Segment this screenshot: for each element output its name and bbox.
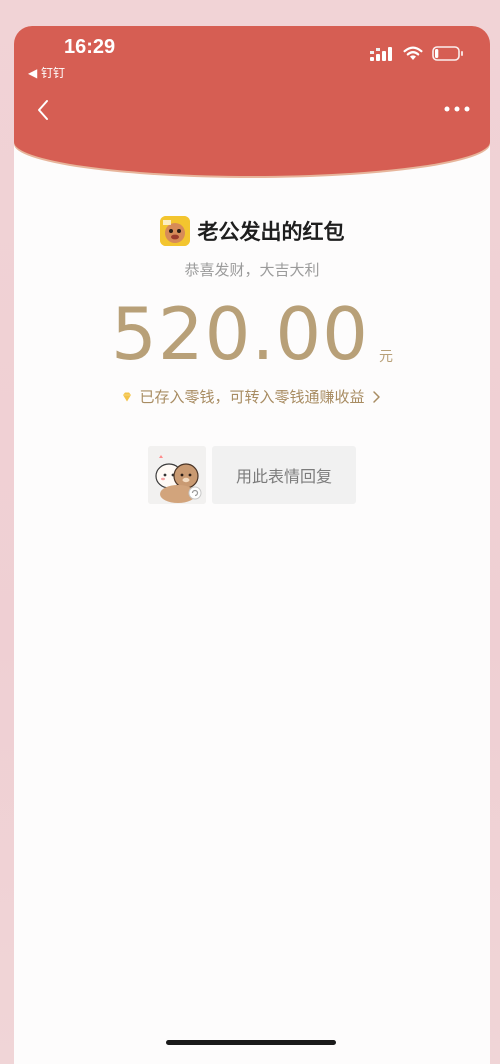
phone-screen: 16:29 ◀ 钉钉 老公发出的红包 恭喜发财，大吉大利 520.00 元 已存… bbox=[14, 26, 490, 1064]
reply-with-sticker-button[interactable]: 用此表情回复 bbox=[212, 446, 356, 504]
wifi-icon bbox=[403, 46, 423, 60]
back-to-app-link[interactable]: ◀ 钉钉 bbox=[28, 64, 65, 81]
back-button[interactable] bbox=[32, 98, 56, 122]
status-time: 16:29 bbox=[64, 36, 116, 58]
reply-row: 用此表情回复 bbox=[148, 446, 356, 504]
amount-row: 520.00 元 bbox=[14, 298, 490, 370]
status-icons bbox=[370, 46, 464, 61]
status-bar: 16:29 ◀ 钉钉 bbox=[14, 26, 490, 82]
chevron-left-icon bbox=[38, 100, 48, 120]
sender-row: 老公发出的红包 bbox=[14, 216, 490, 246]
sender-title: 老公发出的红包 bbox=[197, 220, 345, 244]
amount-value: 520.00 bbox=[111, 292, 369, 376]
signal-icon bbox=[370, 46, 392, 61]
screenshot-page: 16:29 ◀ 钉钉 老公发出的红包 恭喜发财，大吉大利 520.00 元 已存… bbox=[0, 0, 500, 1064]
avatar-image bbox=[159, 216, 190, 246]
greeting-text: 恭喜发财，大吉大利 bbox=[184, 261, 320, 279]
sender-avatar[interactable] bbox=[159, 216, 190, 246]
chevron-right-icon bbox=[372, 390, 380, 403]
wallet-link[interactable]: 已存入零钱，可转入零钱通赚收益 bbox=[14, 386, 490, 407]
currency-label: 元 bbox=[378, 349, 393, 365]
bear-sticker-icon bbox=[148, 446, 206, 504]
battery-icon bbox=[432, 46, 463, 61]
wallet-note: 已存入零钱，可转入零钱通赚收益 bbox=[139, 388, 365, 406]
home-indicator bbox=[166, 1040, 336, 1045]
more-button[interactable] bbox=[442, 100, 472, 118]
diamond-icon bbox=[123, 392, 132, 401]
more-icon bbox=[444, 106, 470, 112]
sticker-thumbnail[interactable] bbox=[148, 446, 206, 504]
